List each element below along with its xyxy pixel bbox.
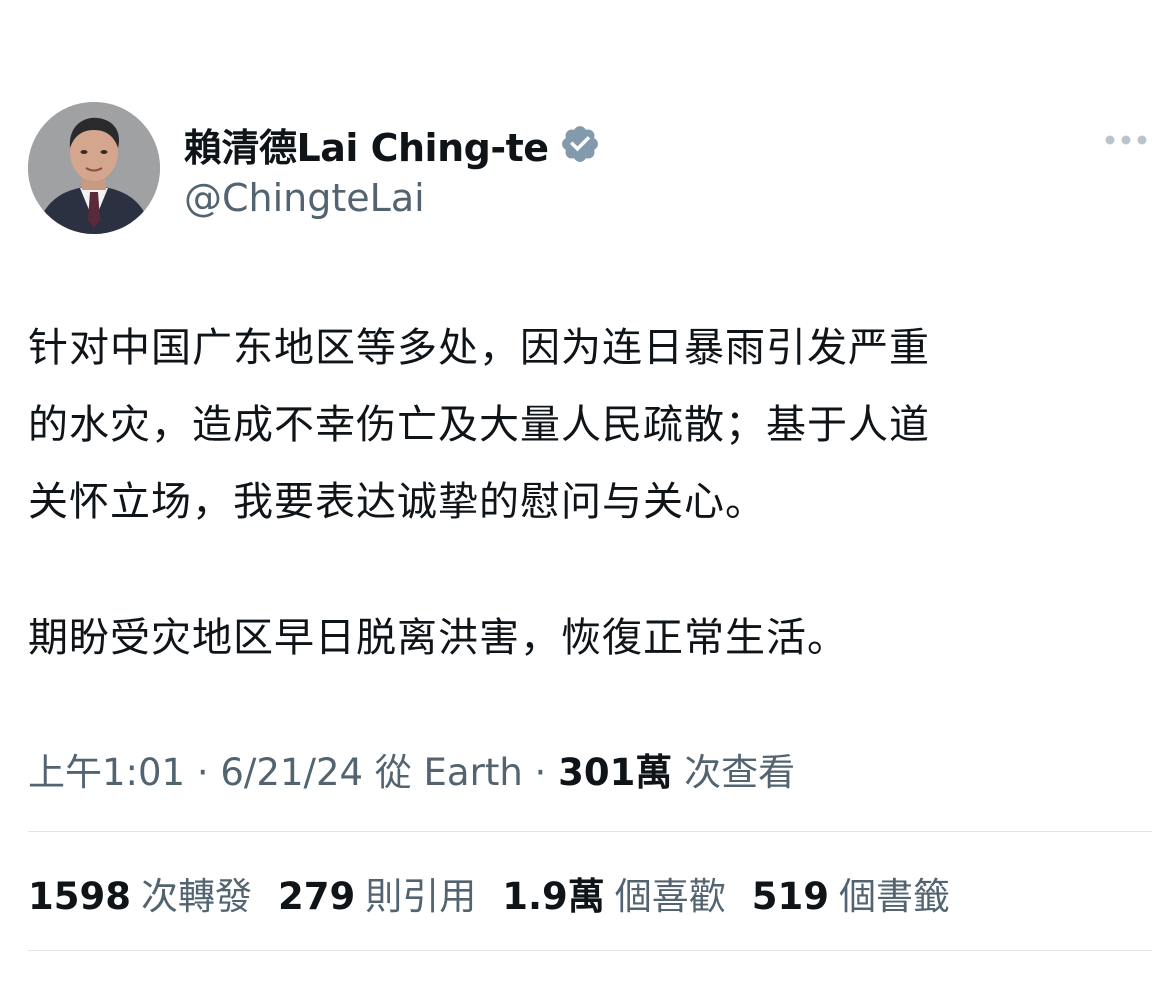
tweet-time[interactable]: 上午1:01: [28, 751, 185, 794]
verified-badge-icon: [561, 126, 598, 162]
bookmarks-stat[interactable]: 519 個書籤: [752, 866, 950, 920]
author-name-row: 賴清德Lai Ching-te: [184, 118, 601, 170]
tweet-text: 针对中国广东地区等多处，因为连日暴雨引发严重 的水灾，造成不幸伤亡及大量人民疏散…: [28, 310, 1153, 677]
likes-label: 個喜歡: [614, 875, 726, 918]
likes-stat[interactable]: 1.9萬 個喜歡: [502, 866, 726, 920]
divider: [28, 831, 1152, 832]
tweet-date[interactable]: 6/21/24: [220, 751, 363, 794]
quotes-label: 則引用: [365, 875, 477, 918]
quotes-count: 279: [277, 875, 356, 918]
tweet-header: 賴清德Lai Ching-te @ChingteLai: [28, 102, 1148, 236]
retweets-label: 次轉發: [140, 875, 252, 918]
engagement-stats: 1598 次轉發 279 則引用 1.9萬 個喜歡 519 個書籤: [28, 866, 950, 920]
avatar-photo: [28, 102, 160, 234]
bookmarks-count: 519: [751, 875, 829, 918]
views-count: 301萬: [558, 751, 673, 794]
retweets-count: 1598: [28, 875, 131, 918]
views-label: 次查看: [672, 751, 796, 794]
tweet-source: 從 Earth: [374, 751, 523, 794]
tweet-text-line: 关怀立场，我要表达诚挚的慰问与关心。: [28, 479, 766, 525]
quotes-stat[interactable]: 279 則引用: [278, 866, 476, 920]
tweet-text-line: 的水灾，造成不幸伤亡及大量人民疏散；基于人道: [28, 402, 930, 448]
likes-count: 1.9萬: [502, 875, 605, 918]
meta-separator: ·: [185, 751, 221, 794]
tweet-text-line: 针对中国广东地区等多处，因为连日暴雨引发严重: [28, 325, 930, 371]
tweet-metadata: 上午1:01 · 6/21/24 從 Earth · 301萬 次查看: [28, 742, 795, 796]
divider: [28, 950, 1152, 951]
tweet-text-line: 期盼受灾地区早日脱离洪害，恢復正常生活。: [28, 615, 848, 661]
avatar[interactable]: [28, 102, 160, 234]
author-display-name[interactable]: 賴清德Lai Ching-te: [184, 117, 549, 172]
more-options-icon[interactable]: [1104, 128, 1148, 152]
meta-separator: ·: [522, 751, 559, 794]
author-handle[interactable]: @ChingteLai: [184, 176, 425, 220]
bookmarks-label: 個書籤: [839, 875, 950, 918]
retweets-stat[interactable]: 1598 次轉發: [28, 866, 252, 920]
